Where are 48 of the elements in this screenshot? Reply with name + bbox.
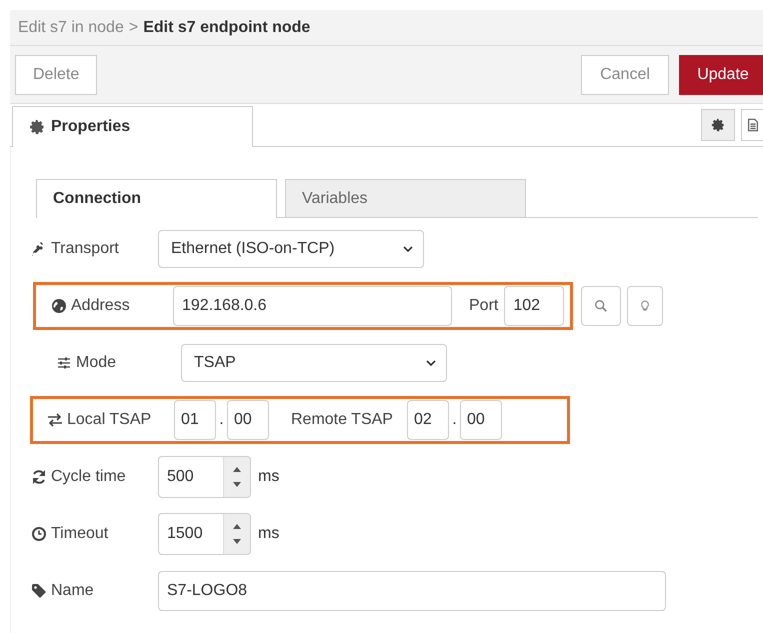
cancel-button[interactable]: Cancel bbox=[581, 54, 669, 94]
delete-button[interactable]: Delete bbox=[15, 54, 97, 94]
lightbulb-icon bbox=[639, 298, 652, 312]
dot-separator: . bbox=[451, 410, 458, 428]
document-icon bbox=[746, 118, 760, 132]
update-button[interactable]: Update bbox=[679, 54, 763, 94]
name-input[interactable]: S7-LOGO8 bbox=[158, 570, 666, 610]
breadcrumb-separator: > bbox=[128, 18, 138, 36]
remote-tsap-input[interactable]: 02 bbox=[406, 400, 449, 440]
timeout-spinner[interactable]: 1500 bbox=[158, 512, 251, 554]
refresh-icon bbox=[31, 468, 47, 484]
cycle-time-label: Cycle time bbox=[51, 468, 126, 486]
port-label: Port bbox=[469, 296, 498, 314]
unit-label: ms bbox=[258, 524, 280, 542]
clock-icon bbox=[31, 526, 47, 542]
document-button[interactable] bbox=[741, 109, 763, 141]
tag-icon bbox=[31, 582, 47, 598]
dialog-title: Edit s7 endpoint node bbox=[143, 18, 310, 36]
local-tsap-input[interactable]: 01 bbox=[174, 400, 216, 440]
mode-label: Mode bbox=[76, 354, 116, 372]
search-button[interactable] bbox=[581, 286, 622, 326]
sliders-icon bbox=[56, 354, 72, 370]
timeout-label: Timeout bbox=[51, 524, 108, 542]
transport-dropdown[interactable]: Ethernet (ISO-on-TCP) bbox=[158, 230, 424, 268]
search-icon bbox=[594, 298, 608, 312]
gear-icon bbox=[29, 119, 45, 135]
settings-button[interactable] bbox=[701, 109, 735, 141]
local-tsap-input[interactable]: 00 bbox=[227, 400, 269, 440]
dot-separator: . bbox=[218, 410, 225, 428]
name-label: Name bbox=[51, 582, 94, 600]
gear-icon bbox=[711, 118, 725, 132]
remote-tsap-input[interactable]: 00 bbox=[460, 400, 502, 440]
exchange-icon bbox=[47, 412, 63, 428]
variables-tab[interactable]: Variables bbox=[285, 179, 526, 217]
remote-tsap-label: Remote TSAP bbox=[291, 410, 393, 428]
port-input[interactable]: 102 bbox=[504, 286, 564, 326]
properties-tab[interactable]: Properties bbox=[12, 106, 253, 147]
local-tsap-label: Local TSAP bbox=[67, 410, 152, 428]
chevron-down-icon bbox=[403, 246, 413, 252]
chevron-down-icon bbox=[426, 360, 436, 366]
globe-icon bbox=[51, 298, 67, 314]
connection-tab[interactable]: Connection bbox=[36, 179, 277, 218]
transport-label: Transport bbox=[51, 240, 119, 258]
cycle-time-spinner[interactable]: 500 bbox=[158, 456, 251, 498]
address-label: Address bbox=[71, 296, 130, 314]
unit-label: ms bbox=[258, 468, 280, 486]
mode-dropdown[interactable]: TSAP bbox=[181, 344, 447, 382]
address-input[interactable]: 192.168.0.6 bbox=[173, 286, 452, 326]
